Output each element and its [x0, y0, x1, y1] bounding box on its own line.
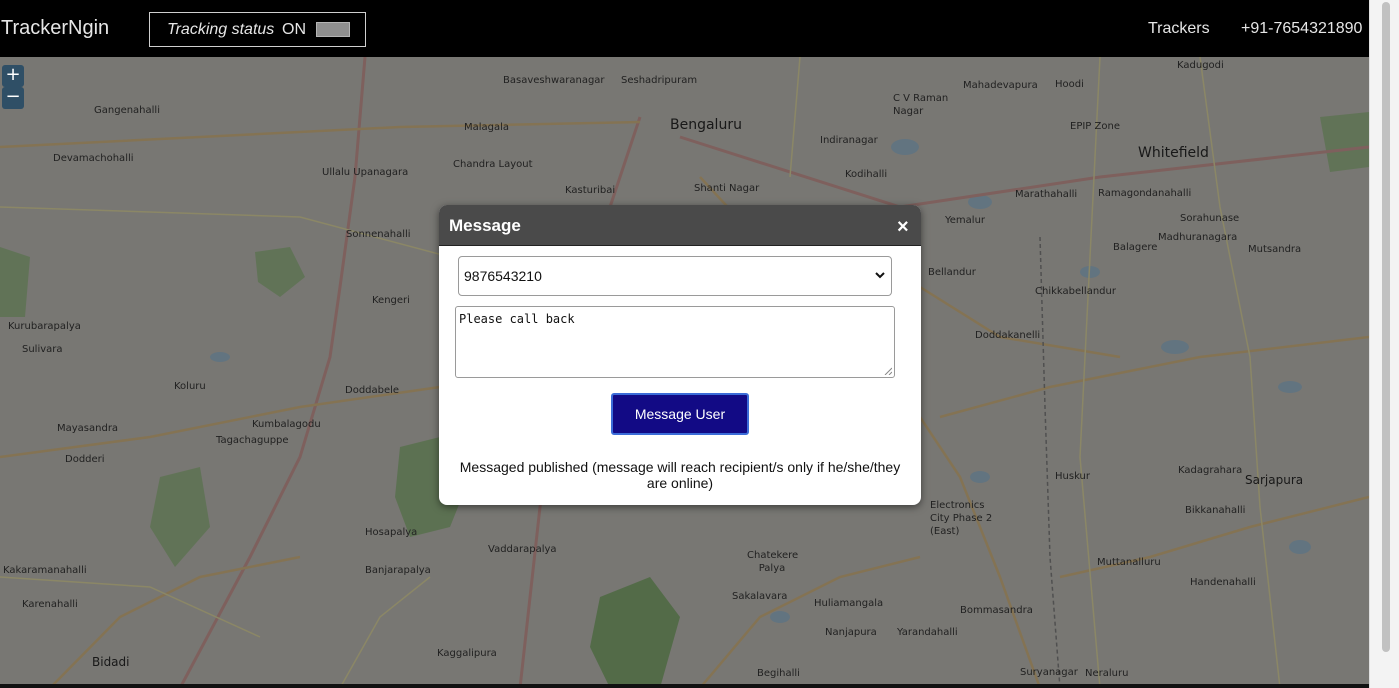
tracking-status-value: ON	[282, 21, 306, 38]
resize-grip-icon[interactable]	[884, 367, 892, 375]
recipient-select-value: 9876543210	[464, 268, 542, 284]
top-navbar: TrackerNgin Tracking status ON Trackers …	[0, 0, 1369, 57]
recipient-select[interactable]: 9876543210	[458, 256, 892, 296]
scrollbar-thumb[interactable]	[1382, 2, 1390, 652]
nav-link-trackers[interactable]: Trackers	[1148, 20, 1210, 38]
tracking-status-label: Tracking status	[167, 21, 275, 38]
modal-title: Message	[449, 216, 521, 235]
tracking-status-box: Tracking status ON	[149, 12, 366, 47]
zoom-in-button[interactable]: +	[2, 65, 24, 87]
message-textarea[interactable]: Please call back	[455, 306, 895, 378]
bottom-strip	[0, 684, 1369, 688]
close-icon[interactable]: ×	[897, 216, 909, 239]
chevron-down-icon	[875, 272, 885, 279]
message-textarea-text: Please call back	[459, 312, 575, 326]
message-user-button[interactable]: Message User	[611, 393, 749, 435]
modal-header: Message ×	[439, 205, 921, 246]
tracking-toggle[interactable]	[316, 22, 350, 37]
brand-logo[interactable]: TrackerNgin	[1, 17, 109, 40]
page-scrollbar[interactable]	[1369, 0, 1399, 688]
zoom-out-button[interactable]: −	[2, 87, 24, 109]
status-message: Messaged published (message will reach r…	[459, 459, 901, 491]
nav-link-phone[interactable]: +91-7654321890	[1241, 20, 1362, 38]
message-modal: Message × 9876543210 Please call back Me…	[439, 205, 921, 505]
